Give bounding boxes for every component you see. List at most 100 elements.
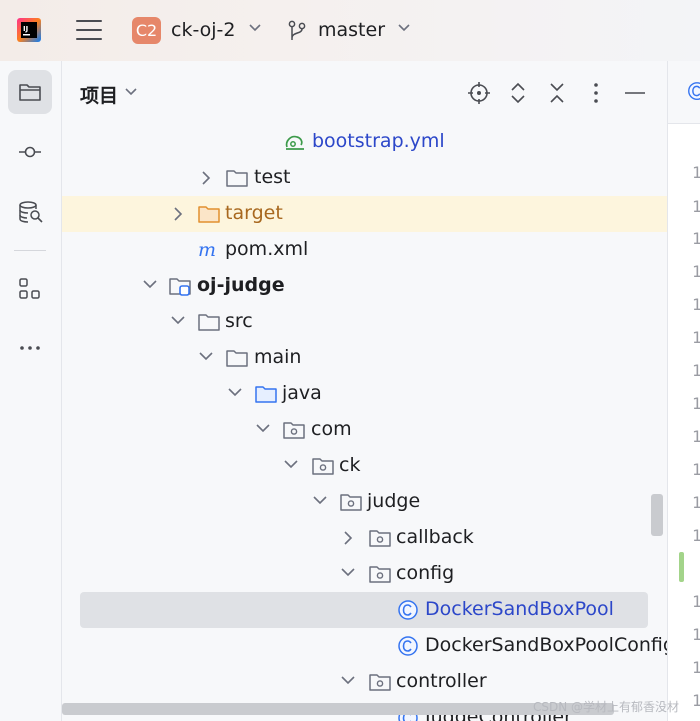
chevron-down-icon[interactable] bbox=[170, 314, 186, 328]
line-number: 1 bbox=[692, 460, 700, 479]
tree-row[interactable]: main bbox=[62, 340, 667, 376]
tree-row[interactable]: m pom.xml bbox=[62, 232, 667, 268]
structure-tool-button[interactable] bbox=[8, 267, 52, 311]
more-horizontal-icon bbox=[20, 346, 40, 350]
line-number: 1 bbox=[692, 427, 700, 446]
tree-row[interactable]: callback bbox=[62, 520, 667, 556]
main-toolbar: IJ C2 ck-oj-2 master bbox=[0, 0, 700, 62]
line-number: 1 bbox=[692, 658, 700, 677]
chevron-down-icon[interactable] bbox=[142, 278, 158, 292]
vertical-scrollbar[interactable] bbox=[651, 494, 663, 536]
main-menu-button[interactable] bbox=[76, 20, 102, 42]
chevron-down-icon[interactable] bbox=[124, 87, 138, 97]
folder-icon bbox=[198, 314, 220, 331]
tree-item-label: main bbox=[254, 346, 302, 368]
line-number: 1 bbox=[692, 592, 700, 611]
chevron-right-icon[interactable] bbox=[172, 206, 184, 222]
git-branch-icon[interactable] bbox=[287, 20, 307, 46]
tree-row[interactable]: test bbox=[62, 160, 667, 196]
project-tree: bootstrap.yml test target m pom.xml oj-j… bbox=[62, 123, 667, 721]
tree-row-selected[interactable]: DockerSandBoxPool bbox=[62, 592, 667, 628]
project-panel: 项目 bootstrap.yml test target m pom.xml o… bbox=[62, 61, 667, 721]
line-number: 1 bbox=[692, 295, 700, 314]
tree-item-label: oj-judge bbox=[197, 274, 285, 296]
line-number: 1 bbox=[692, 493, 700, 512]
tree-item-label: judge bbox=[367, 490, 421, 512]
class-icon bbox=[398, 636, 418, 656]
tree-row[interactable]: bootstrap.yml bbox=[62, 124, 667, 160]
folder-icon bbox=[19, 84, 41, 101]
yaml-file-icon bbox=[285, 135, 304, 150]
package-icon bbox=[369, 674, 391, 691]
tree-item-label: ck bbox=[339, 454, 361, 476]
maven-file-icon: m bbox=[198, 239, 216, 261]
tree-row[interactable]: oj-judge bbox=[62, 268, 667, 304]
class-icon bbox=[688, 82, 700, 100]
collapse-all-icon[interactable] bbox=[545, 81, 569, 105]
package-icon bbox=[312, 458, 334, 475]
watermark: CSDN @学材上有郁香没材 bbox=[533, 700, 680, 714]
chevron-right-icon[interactable] bbox=[200, 170, 212, 186]
module-folder-icon bbox=[169, 278, 191, 296]
chevron-down-icon[interactable] bbox=[198, 350, 214, 364]
folder-icon bbox=[226, 170, 248, 187]
tree-item-label: target bbox=[225, 202, 283, 224]
tree-row[interactable]: controller bbox=[62, 664, 667, 700]
branch-name: master bbox=[318, 19, 386, 41]
project-switcher[interactable]: ck-oj-2 bbox=[171, 19, 262, 41]
options-vertical-icon[interactable] bbox=[584, 81, 608, 105]
chevron-down-icon[interactable] bbox=[227, 386, 243, 400]
project-badge[interactable]: C2 bbox=[132, 17, 161, 44]
tree-item-label: DockerSandBoxPool bbox=[425, 598, 614, 620]
tree-item-label: controller bbox=[396, 670, 487, 692]
branch-switcher[interactable]: master bbox=[318, 19, 411, 41]
chevron-down-icon[interactable] bbox=[340, 566, 356, 580]
chevron-down-icon[interactable] bbox=[283, 458, 299, 472]
svg-text:IJ: IJ bbox=[23, 25, 28, 33]
tree-row[interactable]: com bbox=[62, 412, 667, 448]
tree-row[interactable]: target bbox=[62, 196, 667, 232]
line-number: 1 bbox=[692, 197, 700, 216]
tree-item-label: callback bbox=[396, 526, 474, 548]
panel-title[interactable]: 项目 bbox=[80, 81, 118, 108]
chevron-down-icon[interactable] bbox=[255, 422, 271, 436]
tree-row[interactable]: src bbox=[62, 304, 667, 340]
project-tool-button[interactable] bbox=[8, 70, 52, 114]
structure-icon bbox=[19, 278, 40, 299]
package-icon bbox=[340, 494, 362, 511]
svg-text:m: m bbox=[198, 239, 216, 261]
vcs-change-marker[interactable] bbox=[679, 552, 684, 582]
tree-row[interactable]: ck bbox=[62, 448, 667, 484]
chevron-right-icon[interactable] bbox=[342, 530, 354, 546]
folder-icon bbox=[226, 350, 248, 367]
line-number: 1 bbox=[692, 328, 700, 347]
line-number: 1 bbox=[692, 691, 700, 710]
tree-item-label: src bbox=[225, 310, 253, 332]
line-number: 1 bbox=[692, 361, 700, 380]
line-number: 1 bbox=[692, 229, 700, 248]
tree-row[interactable]: DockerSandBoxPoolConfig bbox=[62, 628, 667, 664]
chevron-down-icon[interactable] bbox=[340, 674, 356, 688]
chevron-down-icon[interactable] bbox=[312, 494, 328, 508]
tree-row[interactable]: java bbox=[62, 376, 667, 412]
editor-tab[interactable] bbox=[668, 61, 700, 124]
project-name: ck-oj-2 bbox=[171, 19, 236, 41]
tree-row[interactable]: config bbox=[62, 556, 667, 592]
locate-target-icon[interactable] bbox=[467, 81, 491, 105]
line-number: 1 bbox=[692, 526, 700, 545]
commit-tool-button[interactable] bbox=[8, 130, 52, 174]
editor-area: 1 1 1 1 1 1 1 1 1 1 1 1 1 1 1 1 bbox=[667, 61, 700, 721]
tree-item-label: test bbox=[254, 166, 291, 188]
more-tools-button[interactable] bbox=[8, 326, 52, 370]
horizontal-scrollbar[interactable] bbox=[62, 703, 614, 715]
database-search-icon bbox=[19, 201, 43, 223]
line-number: 1 bbox=[692, 625, 700, 644]
database-tool-button[interactable] bbox=[8, 190, 52, 234]
tree-item-label: DockerSandBoxPoolConfig bbox=[425, 634, 667, 656]
expand-all-icon[interactable] bbox=[506, 81, 530, 105]
tree-item-label: bootstrap.yml bbox=[312, 130, 445, 152]
intellij-logo-icon[interactable]: IJ bbox=[17, 18, 41, 42]
hide-panel-icon[interactable] bbox=[623, 81, 647, 105]
tree-row[interactable]: judge bbox=[62, 484, 667, 520]
chevron-down-icon bbox=[248, 24, 261, 32]
